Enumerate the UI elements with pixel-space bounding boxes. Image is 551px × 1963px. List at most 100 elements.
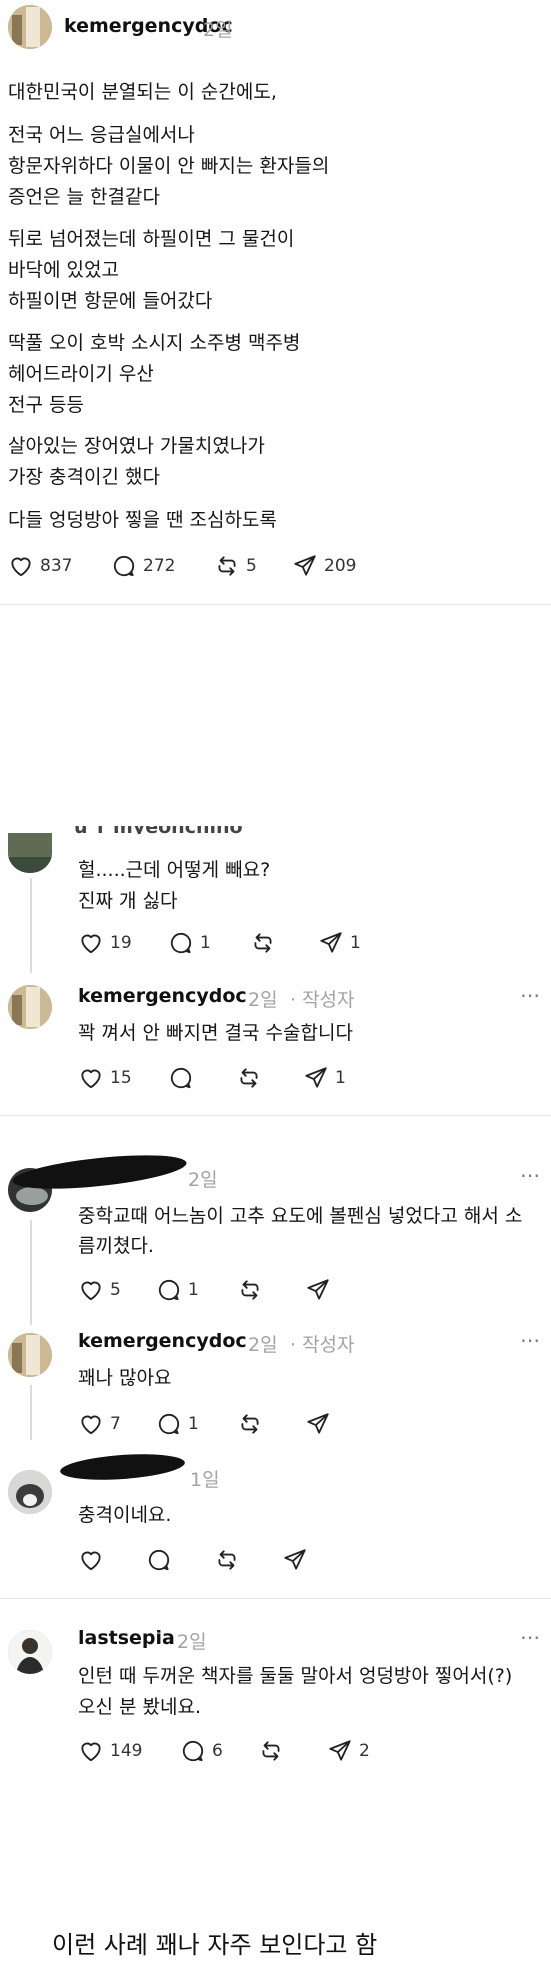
reply-time: 2일 xyxy=(248,989,278,1011)
reply-username[interactable]: kemergencydoc xyxy=(78,1330,247,1352)
reply-text-line: 꽉 껴서 안 빠지면 결국 수술합니다 xyxy=(78,1022,353,1044)
comment-count: 272 xyxy=(143,556,176,576)
comment-count: 1 xyxy=(188,1414,199,1434)
share-button[interactable]: 1 xyxy=(303,1065,346,1091)
share-count: 1 xyxy=(350,933,361,953)
reply-time: 2일 xyxy=(248,1334,278,1356)
share-button[interactable]: 209 xyxy=(292,553,356,579)
share-button[interactable]: 1 xyxy=(318,930,361,956)
divider xyxy=(0,1598,551,1599)
heart-icon xyxy=(11,557,31,577)
reply-text-line: 헐.....근데 어떻게 빼요? xyxy=(78,859,271,881)
repost-button[interactable] xyxy=(250,930,276,956)
divider xyxy=(0,604,551,605)
share-icon xyxy=(294,555,316,576)
divider xyxy=(0,1115,551,1116)
repost-icon xyxy=(240,1068,258,1088)
comment-count: 6 xyxy=(212,1741,223,1761)
like-button[interactable]: 149 xyxy=(78,1738,142,1764)
like-count: 7 xyxy=(110,1414,121,1434)
repost-button[interactable] xyxy=(258,1738,284,1764)
repost-button[interactable] xyxy=(214,1547,240,1573)
reply-text-line: 름끼쳤다. xyxy=(78,1235,154,1257)
post-text-line: 헤어드라이기 우산 xyxy=(8,363,154,385)
post-text-line: 바닥에 있었고 xyxy=(8,259,119,281)
heart-icon xyxy=(81,1742,101,1762)
reply-username[interactable]: kemergencydoc xyxy=(78,985,247,1007)
comment-button[interactable]: 1 xyxy=(168,930,211,956)
author-badge: · 작성자 xyxy=(290,989,355,1011)
reply-text-line: 인턴 때 두꺼운 책자를 둘둘 말아서 엉덩방아 찧어서(?) xyxy=(78,1665,513,1687)
avatar[interactable] xyxy=(8,985,52,1029)
like-button[interactable]: 19 xyxy=(78,930,132,956)
comment-icon xyxy=(113,555,135,577)
comment-button[interactable]: 1 xyxy=(156,1411,199,1437)
comment-icon xyxy=(158,1279,180,1301)
like-button[interactable]: 5 xyxy=(78,1277,121,1303)
like-button[interactable] xyxy=(78,1547,104,1573)
avatar[interactable] xyxy=(8,1630,52,1674)
post-text-line: 다들 엉덩방아 찧을 땐 조심하도록 xyxy=(8,509,277,531)
comment-icon xyxy=(158,1413,180,1435)
like-count: 149 xyxy=(110,1741,143,1761)
post-time: 2일 xyxy=(203,19,233,41)
thread-line xyxy=(30,878,32,973)
share-icon xyxy=(284,1549,306,1570)
share-count: 2 xyxy=(359,1741,370,1761)
repost-button[interactable] xyxy=(237,1411,263,1437)
share-count: 209 xyxy=(324,556,357,576)
post-text-line: 뒤로 넘어졌는데 하필이면 그 물건이 xyxy=(8,228,295,250)
share-button[interactable]: 2 xyxy=(327,1738,370,1764)
comment-button[interactable]: 272 xyxy=(111,553,175,579)
share-button[interactable] xyxy=(282,1547,308,1573)
share-button[interactable] xyxy=(305,1277,331,1303)
more-icon[interactable]: ⋯ xyxy=(520,1625,541,1649)
comment-button[interactable]: 1 xyxy=(156,1277,199,1303)
like-button[interactable]: 837 xyxy=(8,553,72,579)
share-icon xyxy=(329,1740,351,1761)
post-text-line: 가장 충격이긴 했다 xyxy=(8,466,160,488)
post-text-line: 증언은 늘 한결같다 xyxy=(8,186,160,208)
reply-text-line: 오신 분 봤네요. xyxy=(78,1696,201,1718)
repost-button[interactable]: 5 xyxy=(214,553,257,579)
repost-button[interactable] xyxy=(236,1065,262,1091)
more-icon[interactable]: ⋯ xyxy=(520,1163,541,1187)
reply-time: 2일 xyxy=(188,1169,218,1191)
repost-button[interactable] xyxy=(237,1277,263,1303)
share-icon xyxy=(305,1067,327,1088)
avatar[interactable] xyxy=(8,1470,52,1514)
share-icon xyxy=(307,1413,329,1434)
reply-username[interactable]: u_l_myeonchiho xyxy=(74,826,243,834)
share-icon xyxy=(320,932,342,953)
avatar[interactable] xyxy=(8,833,52,873)
redacted-username xyxy=(11,1148,188,1196)
more-icon[interactable]: ⋯ xyxy=(520,983,541,1007)
like-count: 15 xyxy=(110,1068,132,1088)
repost-count: 5 xyxy=(246,556,257,576)
comment-button[interactable] xyxy=(168,1065,194,1091)
comment-button[interactable] xyxy=(146,1547,172,1573)
comment-button[interactable]: 6 xyxy=(180,1738,223,1764)
avatar[interactable] xyxy=(8,1333,52,1377)
repost-icon xyxy=(262,1741,280,1761)
post-text-line: 딱풀 오이 호박 소시지 소주병 맥주병 xyxy=(8,332,301,354)
like-count: 5 xyxy=(110,1280,121,1300)
reply-time: 2일 xyxy=(177,1631,207,1653)
post-text-line: 하필이면 항문에 들어갔다 xyxy=(8,290,213,312)
like-count: 837 xyxy=(40,556,73,576)
thread-line xyxy=(30,1220,32,1325)
share-icon xyxy=(307,1279,329,1300)
like-button[interactable]: 7 xyxy=(78,1411,121,1437)
reply-text-line: 중학교때 어느놈이 고추 요도에 볼펜심 넣었다고 해서 소 xyxy=(78,1205,523,1227)
avatar[interactable] xyxy=(8,5,52,49)
share-button[interactable] xyxy=(305,1411,331,1437)
more-icon[interactable]: ⋯ xyxy=(520,1328,541,1352)
post-text-line: 전구 등등 xyxy=(8,394,84,416)
repost-icon xyxy=(218,1550,236,1570)
like-button[interactable]: 15 xyxy=(78,1065,132,1091)
author-badge: · 작성자 xyxy=(290,1334,355,1356)
heart-icon xyxy=(81,1281,101,1301)
reply-text-line: 진짜 개 싫다 xyxy=(78,890,178,912)
redacted-username xyxy=(59,1450,186,1484)
reply-username[interactable]: lastsepia xyxy=(78,1627,175,1649)
